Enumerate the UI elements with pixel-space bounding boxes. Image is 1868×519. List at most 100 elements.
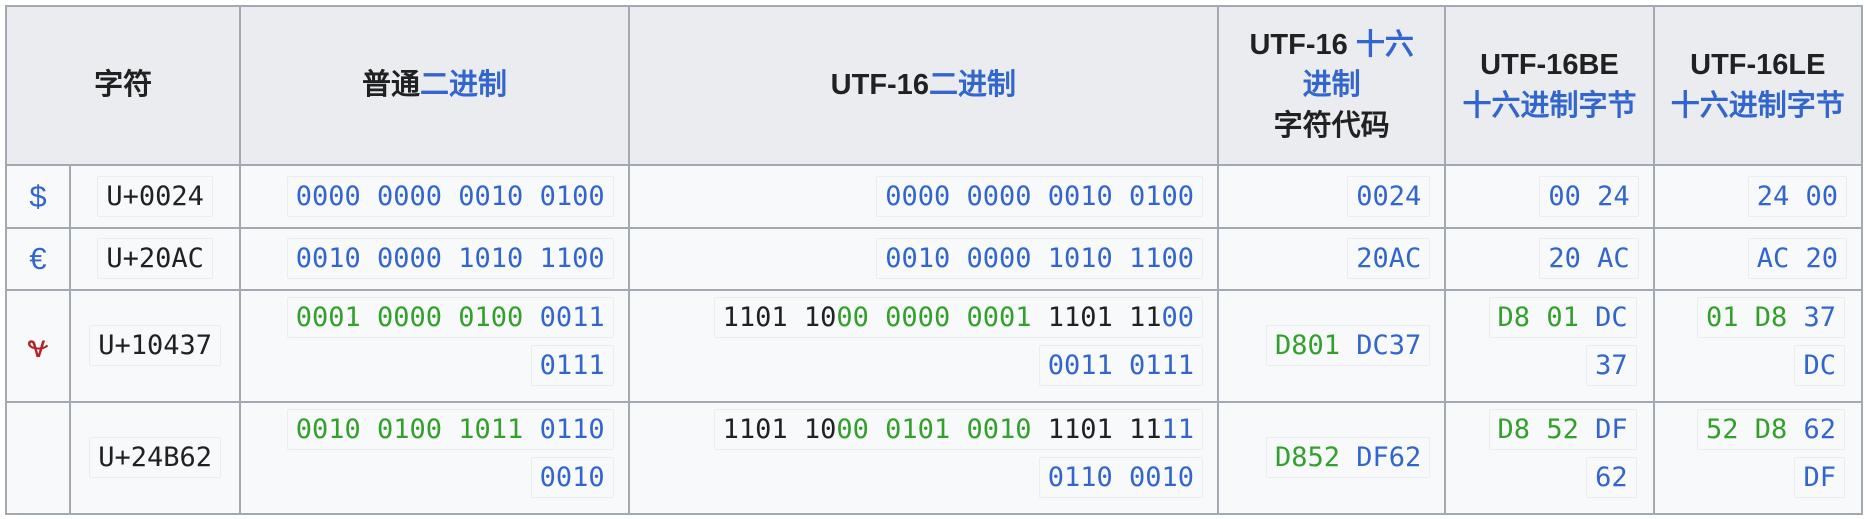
- be-bytes-blue: DF: [1578, 414, 1628, 445]
- hex-high-surrogate: D852: [1274, 442, 1341, 474]
- be-bytes: 00 24: [1539, 175, 1639, 217]
- hex-code-cell: D852 DF62: [1217, 401, 1447, 515]
- hex-code: 0024: [1347, 175, 1431, 217]
- le-bytes-cell: 24 00: [1652, 164, 1864, 229]
- plain-binary-line2: 0111: [530, 345, 614, 386]
- le-bytes-cell: 52 D8 62 DF: [1652, 401, 1864, 515]
- header-hex-title-1: UTF-16: [1249, 28, 1356, 61]
- codepoint: U+24B62: [89, 437, 222, 479]
- be-bytes: D8 01 DC: [1488, 297, 1637, 338]
- header-hex-title-2: 字符代码: [1273, 109, 1390, 142]
- codepoint: U+0024: [97, 175, 213, 217]
- table-row: U+24B62 0010 0100 1011 0110 0010 1101 10…: [5, 401, 1864, 515]
- plain-binary-line2: 0010: [530, 457, 614, 498]
- plain-binary: 0010 0000 1010 1100: [286, 238, 614, 280]
- le-bytes-cell: AC 20: [1652, 227, 1864, 291]
- glyph-cell: $: [5, 164, 71, 229]
- le-bytes: 01 D8 37: [1696, 297, 1845, 338]
- header-le: UTF-16LE 十六进制字节: [1652, 5, 1864, 166]
- plain-binary-cell: 0010 0100 1011 0110 0010: [239, 401, 630, 515]
- utf16-low-bits: 11: [1161, 414, 1195, 445]
- codepoint-cell: U+20AC: [68, 227, 242, 291]
- glyph-cell: €: [5, 227, 71, 291]
- plain-binary-green: 0010 0100 1011: [295, 414, 540, 445]
- header-le-title: UTF-16LE: [1690, 48, 1826, 81]
- glyph-link[interactable]: €: [29, 241, 46, 276]
- hex-link-part1[interactable]: 十六: [1356, 29, 1414, 61]
- binary-link[interactable]: 二进制: [420, 69, 507, 101]
- header-plain-prefix: 普通: [361, 69, 420, 102]
- table-row: $ U+0024 0000 0000 0010 0100 0000 0000 0…: [5, 164, 1864, 229]
- utf16-high-bits: 00 0101 0010: [836, 414, 1032, 445]
- codepoint-cell: U+0024: [68, 164, 242, 229]
- table-row: 𐐷 U+10437 0001 0000 0100 0011 0111 1101 …: [5, 289, 1864, 403]
- header-utf16-prefix: UTF-16: [830, 69, 929, 102]
- hex-link-part2[interactable]: 进制: [1303, 69, 1361, 101]
- hex-code-cell: D801 DC37: [1217, 289, 1447, 403]
- plain-binary-green: 0001 0000 0100: [295, 302, 540, 333]
- be-bytes-cell: 00 24: [1444, 164, 1655, 229]
- hex-bytes-link-be[interactable]: 十六进制字节: [1462, 90, 1636, 122]
- hex-code-cell: 20AC: [1217, 227, 1447, 291]
- be-bytes-green: D8 01: [1497, 302, 1579, 333]
- be-bytes: 20 AC: [1539, 238, 1639, 280]
- be-bytes-line2: 37: [1586, 345, 1637, 386]
- table-row: € U+20AC 0010 0000 1010 1100 0010 0000 1…: [5, 227, 1864, 291]
- be-bytes: D8 52 DF: [1488, 409, 1637, 450]
- be-bytes-cell: D8 52 DF 62: [1444, 401, 1655, 515]
- header-be: UTF-16BE 十六进制字节: [1444, 5, 1655, 166]
- le-bytes: 52 D8 62: [1696, 409, 1845, 450]
- hex-high-surrogate: D801: [1274, 330, 1341, 362]
- codepoint: U+10437: [89, 325, 222, 367]
- be-bytes-cell: D8 01 DC 37: [1444, 289, 1655, 403]
- hex-code: D852 DF62: [1265, 437, 1431, 479]
- utf16-prefix-bits: 1101 10: [722, 302, 837, 333]
- le-bytes: AC 20: [1747, 238, 1847, 280]
- utf16-binary-line2: 0011 0111: [1038, 345, 1204, 386]
- codepoint: U+20AC: [97, 238, 213, 280]
- hex-low-surrogate: DC37: [1340, 330, 1422, 362]
- utf16-low-bits: 00: [1161, 302, 1195, 333]
- be-bytes-line2: 62: [1586, 457, 1637, 498]
- le-bytes-cell: 01 D8 37 DC: [1652, 289, 1864, 403]
- le-bytes-blue: 37: [1787, 302, 1836, 333]
- glyph-link[interactable]: $: [29, 179, 46, 214]
- hex-low-surrogate: DF62: [1340, 442, 1422, 474]
- binary-link-utf16[interactable]: 二进制: [929, 69, 1016, 101]
- header-plain-binary: 普通二进制: [239, 5, 630, 166]
- utf16-binary: 0010 0000 1010 1100: [876, 238, 1204, 280]
- hex-code: D801 DC37: [1265, 325, 1431, 367]
- utf16-prefix-bits-low: 1101 11: [1031, 302, 1162, 333]
- utf16-binary: 0000 0000 0010 0100: [876, 175, 1204, 217]
- utf16-high-bits: 00 0000 0001: [836, 302, 1032, 333]
- plain-binary: 0010 0100 1011 0110: [286, 409, 614, 450]
- codepoint-cell: U+10437: [68, 289, 242, 403]
- utf16-prefix-bits-low: 1101 11: [1031, 414, 1162, 445]
- le-bytes-green: 01 D8: [1705, 302, 1788, 333]
- utf16-binary: 1101 1000 0000 0001 1101 1100: [713, 297, 1204, 338]
- header-utf16-binary: UTF-16二进制: [627, 5, 1220, 166]
- glyph-cell: [5, 401, 71, 515]
- plain-binary-blue: 0011: [539, 302, 605, 333]
- le-bytes-line2: DF: [1794, 457, 1845, 498]
- glyph-cell: 𐐷: [5, 289, 71, 403]
- plain-binary: 0000 0000 0010 0100: [286, 175, 614, 217]
- header-hex-code: UTF-16 十六 进制 字符代码: [1217, 5, 1447, 166]
- be-bytes-cell: 20 AC: [1444, 227, 1655, 291]
- be-bytes-green: D8 52: [1497, 414, 1579, 445]
- le-bytes-line2: DC: [1794, 345, 1845, 386]
- be-bytes-blue: DC: [1578, 302, 1628, 333]
- codepoint-cell: U+24B62: [68, 401, 242, 515]
- hex-bytes-link-le[interactable]: 十六进制字节: [1671, 90, 1845, 122]
- utf16-prefix-bits: 1101 10: [722, 414, 837, 445]
- utf16-binary-cell: 0010 0000 1010 1100: [627, 227, 1220, 291]
- plain-binary-cell: 0010 0000 1010 1100: [239, 227, 630, 291]
- utf16-binary-cell: 1101 1000 0000 0001 1101 1100 0011 0111: [627, 289, 1220, 403]
- header-char: 字符: [4, 5, 242, 166]
- hex-code-cell: 0024: [1217, 164, 1447, 229]
- le-bytes-blue: 62: [1787, 414, 1836, 445]
- plain-binary-blue: 0110: [539, 414, 605, 445]
- plain-binary-cell: 0000 0000 0010 0100: [239, 164, 630, 229]
- plain-binary-cell: 0001 0000 0100 0011 0111: [239, 289, 630, 403]
- plain-binary: 0001 0000 0100 0011: [286, 297, 614, 338]
